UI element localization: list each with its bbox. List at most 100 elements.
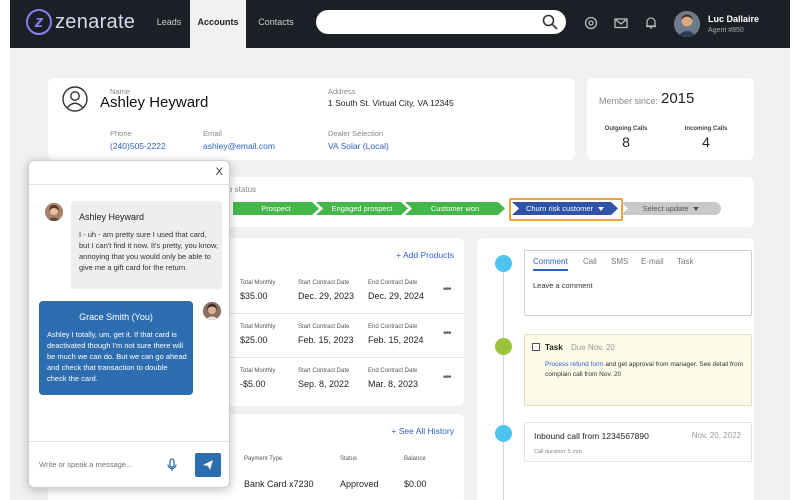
incoming-calls-label: Incoming Calls	[684, 126, 728, 132]
notification-bell-icon[interactable]	[644, 16, 658, 30]
product-row-3-end: Mar. 8, 2023	[368, 379, 419, 389]
email-label: Email	[203, 129, 222, 138]
comment-input[interactable]: Leave a comment	[533, 281, 593, 290]
incoming-message-bubble: Ashley Heyward I - uh - am pretty sure I…	[71, 201, 222, 289]
column-header-payment-type: Payment Type	[244, 456, 283, 462]
outgoing-calls-stat: Outgoing Calls 8	[591, 126, 661, 150]
timeline-dot-comment	[495, 255, 512, 272]
search-input[interactable]	[316, 10, 566, 34]
product-row-2-monthly: $25.00	[240, 335, 268, 345]
product-row-2-start: Feb. 15, 2023	[298, 335, 354, 345]
nav-tab-accounts[interactable]: Accounts	[190, 0, 246, 50]
timeline-dot-task	[495, 338, 512, 355]
product-row-3-monthly: -$5.00	[240, 379, 266, 389]
see-all-history-button[interactable]: + See All History	[391, 426, 454, 436]
address-value: 1 South St. Virtual City, VA 12345	[328, 98, 454, 108]
email-link[interactable]: ashley@email.com	[203, 141, 275, 151]
incoming-calls-stat: Incoming Calls 4	[671, 126, 741, 150]
column-header-end-date: End Contract Date	[368, 324, 418, 330]
user-name: Luc Dallaire	[708, 14, 760, 24]
dealer-label: Dealer Selection	[328, 129, 384, 138]
task-title: Task	[545, 343, 563, 352]
chat-header: X	[29, 161, 229, 185]
tab-sms[interactable]: SMS	[611, 257, 628, 266]
status-step-churn-label: Churn risk customer	[525, 204, 594, 213]
settings-gear-icon[interactable]	[584, 16, 598, 30]
status-step-customer-won[interactable]: Customer won	[405, 202, 505, 215]
send-icon	[203, 460, 213, 470]
outgoing-message-bubble: Grace Smith (You) Ashley I totally, um, …	[39, 301, 193, 395]
task-description: Process refund form and get approval fro…	[545, 360, 745, 380]
product-row-1-end: Dec. 29, 2024	[368, 291, 425, 301]
logo-mark-icon: z	[26, 9, 52, 35]
nav-tab-leads[interactable]: Leads	[146, 0, 192, 48]
call-log-item[interactable]: Inbound call from 1234567890 Nov. 20, 20…	[524, 422, 752, 462]
add-products-button[interactable]: + Add Products	[396, 250, 454, 260]
chat-window: X Ashley Heyward I - uh - am pretty sure…	[28, 160, 230, 488]
process-refund-form-link[interactable]: Process refund form	[545, 361, 604, 368]
comment-composer: Comment Call SMS E-mail Task Leave a com…	[524, 250, 752, 316]
chat-composer	[29, 441, 229, 487]
status-select-update-dropdown[interactable]: Select update	[621, 202, 721, 215]
search-icon[interactable]	[542, 14, 558, 30]
column-header-start-date: Start Contract Date	[298, 324, 350, 330]
timeline-line	[503, 260, 504, 500]
outgoing-calls-count: 8	[622, 134, 630, 150]
status-step-engaged-prospect[interactable]: Engaged prospect	[316, 202, 408, 215]
call-title: Inbound call from 1234567890	[534, 431, 649, 441]
customer-avatar	[45, 203, 63, 221]
product-row-3-start: Sep. 8, 2022	[298, 379, 350, 389]
status-step-churn-risk-customer[interactable]: Churn risk customer	[512, 202, 618, 215]
tab-call[interactable]: Call	[583, 257, 597, 266]
chat-message-input[interactable]	[39, 456, 159, 472]
microphone-icon[interactable]	[165, 458, 179, 472]
address-label: Address	[328, 87, 356, 96]
member-since-label: Member since:	[599, 96, 659, 106]
user-agent-id: Agent #850	[708, 27, 744, 34]
incoming-sender-name: Ashley Heyward	[79, 212, 145, 222]
tab-comment[interactable]: Comment	[533, 257, 568, 271]
call-duration: Call duration: 5 mm	[534, 449, 582, 455]
column-header-total-monthly: Total Monthly	[240, 368, 276, 374]
status-label: e status	[228, 185, 257, 194]
member-stats-card: Member since: 2015 Outgoing Calls 8 Inco…	[587, 78, 754, 160]
agent-avatar	[203, 302, 221, 320]
person-icon	[62, 86, 88, 112]
call-date: Nov. 20, 2022	[691, 431, 741, 440]
phone-label: Phone	[110, 129, 132, 138]
product-row-1-start: Dec. 29, 2023	[298, 291, 355, 301]
logo-text: zenarate	[55, 10, 136, 33]
nav-tab-contacts[interactable]: Contacts	[250, 0, 302, 48]
user-avatar-image	[674, 11, 700, 37]
timeline-dot-call	[495, 425, 512, 442]
outgoing-calls-label: Outgoing Calls	[604, 126, 648, 132]
user-avatar[interactable]	[674, 11, 700, 37]
status-select-update-label: Select update	[642, 204, 689, 213]
send-button[interactable]	[195, 453, 221, 477]
zenarate-logo[interactable]: z zenarate	[26, 9, 135, 35]
product-row-1-monthly: $35.00	[240, 291, 268, 301]
phone-link[interactable]: (240)505-2222	[110, 141, 166, 151]
column-header-end-date: End Contract Date	[368, 368, 418, 374]
column-header-total-monthly: Total Monthly	[240, 280, 276, 286]
task-checkbox[interactable]	[532, 343, 540, 351]
status-step-prospect[interactable]: Prospect	[233, 202, 319, 215]
outgoing-sender-name: Grace Smith (You)	[79, 312, 153, 322]
column-header-start-date: Start Contract Date	[298, 368, 350, 374]
tab-email[interactable]: E-mail	[641, 257, 664, 266]
product-row-2-more-icon[interactable]: •••	[443, 328, 451, 339]
column-header-end-date: End Contract Date	[368, 280, 418, 286]
mail-icon[interactable]	[614, 16, 628, 30]
dealer-link[interactable]: VA Solar (Local)	[328, 141, 389, 151]
column-header-start-date: Start Contract Date	[298, 280, 350, 286]
product-row-2-end: Feb. 15, 2024	[368, 335, 424, 345]
incoming-calls-count: 4	[702, 134, 710, 150]
member-since-year: 2015	[661, 90, 695, 107]
activity-timeline-card: Comment Call SMS E-mail Task Leave a com…	[477, 238, 754, 500]
chat-close-button[interactable]: X	[216, 166, 223, 178]
product-row-1-more-icon[interactable]: •••	[443, 284, 451, 295]
chevron-down-icon	[598, 207, 604, 211]
tab-task[interactable]: Task	[677, 257, 693, 266]
outgoing-message-text: Ashley I totally, um, get it. If that ca…	[47, 330, 187, 383]
product-row-3-more-icon[interactable]: •••	[443, 372, 451, 383]
